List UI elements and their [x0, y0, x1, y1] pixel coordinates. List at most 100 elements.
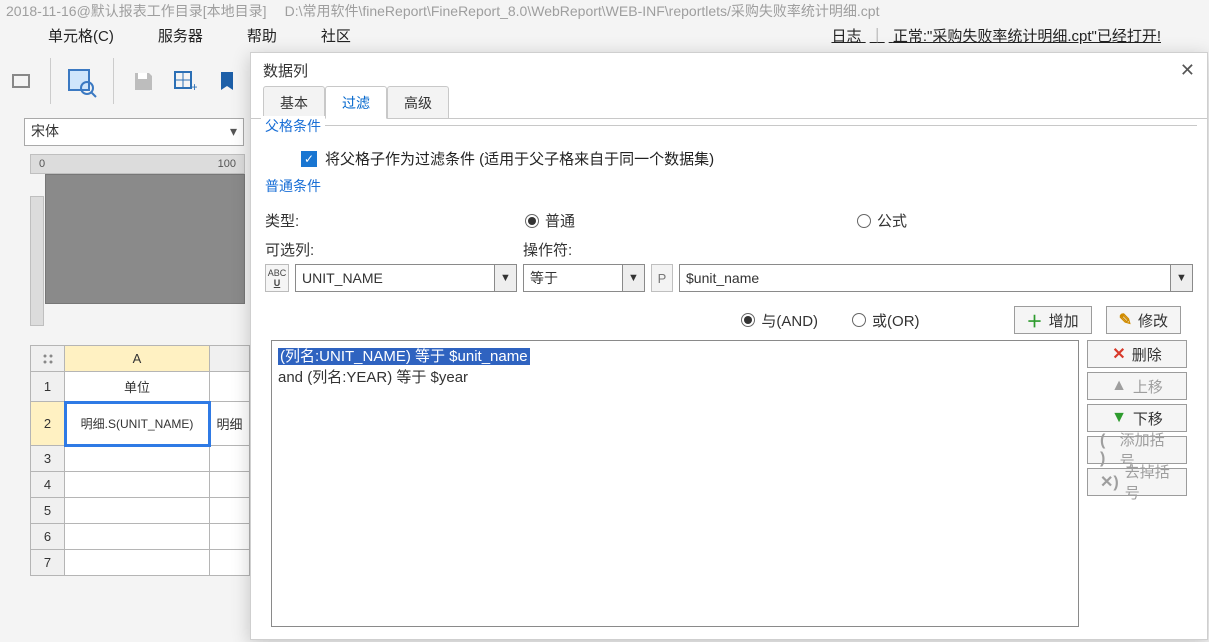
remove-paren-label: 去掉括号 — [1125, 461, 1174, 503]
delete-button[interactable]: ✕ 删除 — [1087, 340, 1187, 368]
cell-B3[interactable] — [210, 446, 250, 472]
col-head-A[interactable]: A — [65, 346, 210, 372]
checkmark-icon: ✓ — [301, 151, 317, 167]
operator-header-label: 操作符: — [523, 239, 663, 260]
data-column-dialog: 数据列 ✕ 基本 过滤 高级 父格条件 ✓ 将父格子作为过滤条件 (适用于父子格… — [250, 52, 1208, 640]
font-family-select[interactable]: 宋体 — [24, 118, 244, 146]
param-type-button[interactable]: P — [651, 264, 673, 292]
move-up-button[interactable]: ▲上移 — [1087, 372, 1187, 400]
menu-server[interactable]: 服务器 — [158, 25, 203, 46]
tab-basic[interactable]: 基本 — [263, 86, 325, 118]
paren-del-icon: ✕) — [1100, 472, 1119, 492]
radio-on-icon — [741, 313, 755, 327]
condition-row-selected[interactable]: (列名:UNIT_NAME) 等于 $unit_name — [278, 348, 530, 365]
horizontal-ruler: 0 100 — [30, 154, 245, 174]
type-normal-radio[interactable]: 普通 — [525, 210, 575, 231]
parent-filter-checkbox[interactable]: ✓ 将父格子作为过滤条件 (适用于父子格来自于同一个数据集) — [301, 148, 1157, 169]
value-input[interactable]: $unit_name ▼ — [679, 264, 1193, 292]
type-formula-radio[interactable]: 公式 — [857, 210, 907, 231]
toolbar-divider-2 — [113, 58, 114, 104]
radio-off-icon — [857, 214, 871, 228]
cell-A1[interactable]: 单位 — [65, 372, 210, 402]
normal-group-title: 普通条件 — [261, 176, 1197, 196]
cell-B6[interactable] — [210, 524, 250, 550]
and-label: 与(AND) — [761, 310, 818, 331]
column-select[interactable]: UNIT_NAME ▼ — [295, 264, 517, 292]
and-radio[interactable]: 与(AND) — [741, 310, 818, 331]
cell-B7[interactable] — [210, 550, 250, 576]
save-icon[interactable] — [126, 64, 160, 98]
spreadsheet-grid[interactable]: A 1 单位 2 明细.S(UNIT_NAME) 明细 3 4 5 6 7 — [30, 345, 250, 576]
close-icon[interactable]: ✕ — [1180, 60, 1195, 81]
toolbar-divider — [50, 58, 51, 104]
parent-group-title: 父格条件 — [261, 116, 325, 136]
cell-A3[interactable] — [65, 446, 210, 472]
cell-A6[interactable] — [65, 524, 210, 550]
row-head-7[interactable]: 7 — [31, 550, 65, 576]
operator-select-value: 等于 — [530, 268, 558, 288]
up-label: 上移 — [1133, 376, 1163, 397]
menu-help[interactable]: 帮助 — [247, 25, 277, 46]
tab-filter[interactable]: 过滤 — [325, 86, 387, 119]
cell-B4[interactable] — [210, 472, 250, 498]
move-down-button[interactable]: ▼ 下移 — [1087, 404, 1187, 432]
cell-A7[interactable] — [65, 550, 210, 576]
row-head-1[interactable]: 1 — [31, 372, 65, 402]
row-head-6[interactable]: 6 — [31, 524, 65, 550]
add-paren-button[interactable]: ( )添加括号 — [1087, 436, 1187, 464]
add-button[interactable]: ＋ 增加 — [1014, 306, 1092, 334]
cell-B1-partial[interactable] — [210, 372, 250, 402]
cell-A4[interactable] — [65, 472, 210, 498]
cell-A2-selected[interactable]: 明细.S(UNIT_NAME) — [65, 402, 210, 446]
page-margin-block — [45, 174, 245, 304]
plus-icon: ＋ — [1027, 308, 1043, 332]
type-normal-label: 普通 — [545, 210, 575, 231]
parent-filter-label: 将父格子作为过滤条件 (适用于父子格来自于同一个数据集) — [325, 148, 714, 169]
ruler-end: 100 — [218, 158, 236, 170]
grid-corner[interactable] — [31, 346, 65, 372]
modify-label: 修改 — [1138, 310, 1168, 331]
bookmark-icon[interactable] — [210, 64, 244, 98]
column-select-value: UNIT_NAME — [302, 270, 383, 286]
arrow-down-icon: ▼ — [1111, 409, 1127, 427]
edit-icon: ✎ — [1119, 310, 1132, 330]
abc-toggle-icon[interactable]: ABCU — [265, 264, 289, 292]
window-title-path: D:\常用软件\fineReport\FineReport_8.0\WebRep… — [285, 1, 880, 21]
svg-text:+: + — [191, 80, 197, 92]
remove-paren-button[interactable]: ✕)去掉括号 — [1087, 468, 1187, 496]
col-head-B-partial[interactable] — [210, 346, 250, 372]
tab-advanced[interactable]: 高级 — [387, 86, 449, 118]
x-icon: ✕ — [1112, 344, 1125, 364]
window-title-1: 2018-11-16@默认报表工作目录[本地目录] — [6, 1, 267, 21]
chevron-down-icon: ▼ — [494, 265, 516, 291]
log-link[interactable]: 日志 — [831, 28, 861, 45]
row-head-3[interactable]: 3 — [31, 446, 65, 472]
preview-icon[interactable] — [63, 62, 101, 100]
row-head-2[interactable]: 2 — [31, 402, 65, 446]
down-label: 下移 — [1133, 408, 1163, 429]
or-radio[interactable]: 或(OR) — [852, 310, 920, 331]
modify-button[interactable]: ✎ 修改 — [1106, 306, 1181, 334]
cell-B2-partial[interactable]: 明细 — [210, 402, 250, 446]
chevron-down-icon: ▼ — [622, 265, 644, 291]
operator-select[interactable]: 等于 ▼ — [523, 264, 645, 292]
value-input-text: $unit_name — [686, 270, 759, 286]
insert-grid-icon[interactable]: + — [168, 64, 202, 98]
condition-list[interactable]: (列名:UNIT_NAME) 等于 $unit_name and (列名:YEA… — [271, 340, 1079, 627]
vertical-ruler — [30, 196, 44, 326]
cell-B5[interactable] — [210, 498, 250, 524]
type-formula-label: 公式 — [877, 210, 907, 231]
row-head-5[interactable]: 5 — [31, 498, 65, 524]
cell-A5[interactable] — [65, 498, 210, 524]
toolbar-icon-1[interactable] — [4, 64, 38, 98]
row-head-4[interactable]: 4 — [31, 472, 65, 498]
type-label: 类型: — [265, 210, 515, 231]
or-label: 或(OR) — [872, 310, 920, 331]
menu-community[interactable]: 社区 — [321, 25, 351, 46]
delete-label: 删除 — [1132, 344, 1162, 365]
dialog-title: 数据列 — [263, 60, 308, 81]
radio-off-icon — [852, 313, 866, 327]
add-label: 增加 — [1049, 310, 1079, 331]
menu-cell[interactable]: 单元格(C) — [48, 25, 114, 46]
condition-row-2[interactable]: and (列名:YEAR) 等于 $year — [278, 366, 1072, 387]
